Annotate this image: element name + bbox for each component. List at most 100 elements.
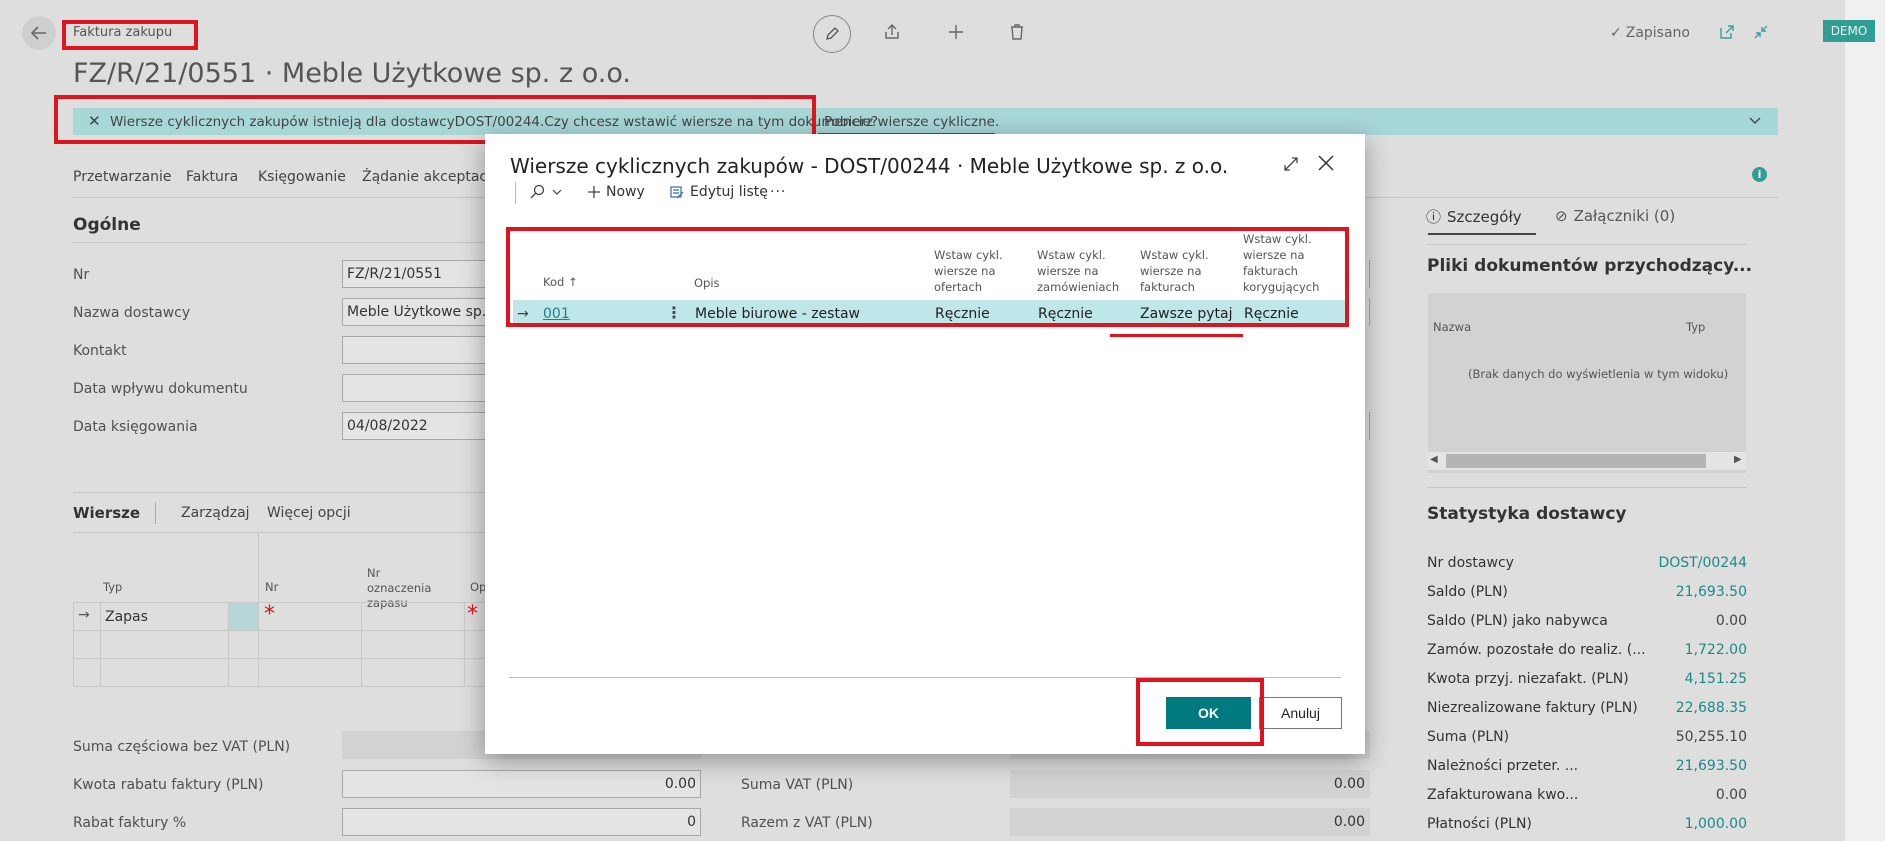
field-edge [1366,260,1370,288]
back-button[interactable] [22,16,56,50]
grid-cell-active [229,603,258,630]
incoming-docs-title[interactable]: Pliki dokumentów przychodzący... [1427,256,1752,276]
credit-memos-cell[interactable]: Ręcznie [1244,306,1299,322]
get-recurring-lines-link[interactable]: Pobierz wiersze cykliczne. [824,114,999,130]
quotes-cell[interactable]: Ręcznie [935,306,990,322]
stat-value-link[interactable]: DOST/00244 [1659,555,1748,571]
action-posting[interactable]: Księgowanie [258,169,346,185]
underline-always-ask [1110,334,1243,337]
dialog-title: Wiersze cyklicznych zakupów - DOST/00244… [510,154,1229,178]
invoice-discount-percent-label: Rabat faktury % [73,815,187,831]
edit-button[interactable] [813,15,851,53]
stat-row: Należności przeter. ... 21,693.50 [1427,758,1747,774]
vat-amount-label: Suma VAT (PLN) [741,777,854,793]
tab-manage[interactable]: Zarządzaj [181,505,250,521]
trash-icon [1011,24,1023,40]
stat-row: Zafakturowana kwo... 0.00 [1427,787,1747,803]
stat-value-link[interactable]: 4,151.25 [1685,671,1747,687]
paperclip-icon: ⊘ [1555,207,1568,225]
search-button[interactable] [530,184,563,200]
share-button[interactable] [883,23,901,45]
info-icon[interactable]: i [1752,167,1767,182]
close-icon[interactable]: ✕ [88,112,101,130]
grid-col-line [361,602,362,686]
share-icon [885,24,899,39]
stat-value-link[interactable]: 1,000.00 [1685,816,1747,832]
vendor-name-field[interactable]: Meble Użytkowe sp. z [342,298,492,326]
col-header-code[interactable]: Kod ↑ [543,274,578,290]
col-header-quotes[interactable]: Wstaw cykl. wiersze na ofertach [934,247,1014,295]
row-menu-icon[interactable]: ⋮ [666,303,682,322]
orders-cell[interactable]: Ręcznie [1038,306,1093,322]
chevron-down-icon[interactable] [1748,112,1762,131]
col-header-credit-memos[interactable]: Wstaw cykl. wiersze na fakturach koryguj… [1243,231,1333,295]
vat-amount-field: 0.00 [1010,770,1370,798]
factbox-divider [1427,487,1747,488]
posting-date-field[interactable]: 04/08/2022 [342,412,492,440]
action-invoice[interactable]: Faktura [186,169,238,185]
document-date-field[interactable] [342,374,492,402]
ok-button[interactable]: OK [1166,697,1251,729]
total-incl-vat-field: 0.00 [1010,808,1370,836]
col-header-orders[interactable]: Wstaw cykl. wiersze na zamówieniach [1037,247,1127,295]
invoice-discount-amount-field[interactable]: 0.00 [342,770,701,798]
more-actions-icon[interactable]: ··· [770,184,786,200]
col-header-type[interactable]: Typ [103,580,122,594]
stat-row: Suma (PLN) 50,255.10 [1427,729,1747,745]
row-arrow-icon: → [517,306,529,322]
stat-row: Płatności (PLN) 1,000.00 [1427,816,1747,832]
row-arrow-icon: → [78,607,90,623]
stat-value-link[interactable]: 1,722.00 [1685,642,1747,658]
stat-value-link[interactable]: 21,693.50 [1676,584,1747,600]
close-dialog-button[interactable] [1317,154,1335,176]
search-icon [530,184,545,199]
delete-button[interactable] [1009,23,1025,45]
line-type-cell[interactable]: Zapas [105,609,148,625]
new-record-button[interactable]: Nowy [587,184,645,200]
scrollbar-thumb[interactable] [1446,454,1706,468]
action-processing[interactable]: Przetwarzanie [73,169,172,185]
col-header-description[interactable]: Op [470,580,486,594]
code-cell-link[interactable]: 001 [543,306,570,322]
collapse-button[interactable] [1753,24,1769,44]
field-edge [1366,298,1370,326]
new-button[interactable] [947,23,965,45]
grid-col-line [100,602,101,686]
required-icon: * [467,602,478,627]
stat-value-link[interactable]: 21,693.50 [1676,758,1747,774]
incoming-empty-text: (Brak danych do wyświetlenia w tym widok… [1468,367,1729,381]
invoice-discount-percent-field[interactable]: 0 [342,808,701,836]
stat-value-link[interactable]: 22,688.35 [1676,700,1747,716]
required-icon: * [264,602,275,627]
col-header-description[interactable]: Opis [694,275,720,291]
tab-lines[interactable]: Wiersze [73,504,140,522]
scroll-left-icon[interactable]: ◀ [1430,454,1438,465]
expand-icon [1284,157,1298,171]
col-header-item-tracking[interactable]: Nr oznaczenia zapasu [367,566,447,611]
open-new-window-button[interactable] [1719,24,1735,44]
tab-more-options[interactable]: Więcej opcji [267,505,351,521]
action-approval-request[interactable]: Żądanie akceptacji [362,169,495,185]
grid-divider [258,533,259,688]
description-cell[interactable]: Meble biurowe - zestaw [695,306,860,322]
col-header-invoices[interactable]: Wstaw cykl. wiersze na fakturach [1140,247,1220,295]
vendor-stats-title: Statystyka dostawcy [1427,504,1627,524]
breadcrumb[interactable]: Faktura zakupu [73,25,172,40]
contact-field[interactable] [342,336,492,364]
edit-list-button[interactable]: Edytuj listę [670,184,768,200]
general-section-title: Ogólne [73,215,141,235]
nr-field[interactable]: FZ/R/21/0551 [342,260,492,288]
expand-dialog-button[interactable] [1283,156,1299,176]
dialog-footer-divider [509,677,1341,678]
toolbar-separator [515,182,516,204]
col-header-nr[interactable]: Nr [265,580,278,594]
tab-details[interactable]: ⓘ Szczegóły [1426,206,1522,227]
active-tab-indicator [1428,233,1536,235]
tab-attachments[interactable]: ⊘ Załączniki (0) [1555,207,1675,225]
invoices-cell[interactable]: Zawsze pytaj [1140,306,1232,322]
scroll-right-icon[interactable]: ▶ [1734,454,1742,465]
stat-row: Saldo (PLN) jako nabywca 0.00 [1427,613,1747,629]
info-circle-icon: ⓘ [1426,208,1442,226]
total-incl-vat-label: Razem z VAT (PLN) [741,815,873,831]
cancel-button[interactable]: Anuluj [1259,697,1342,729]
